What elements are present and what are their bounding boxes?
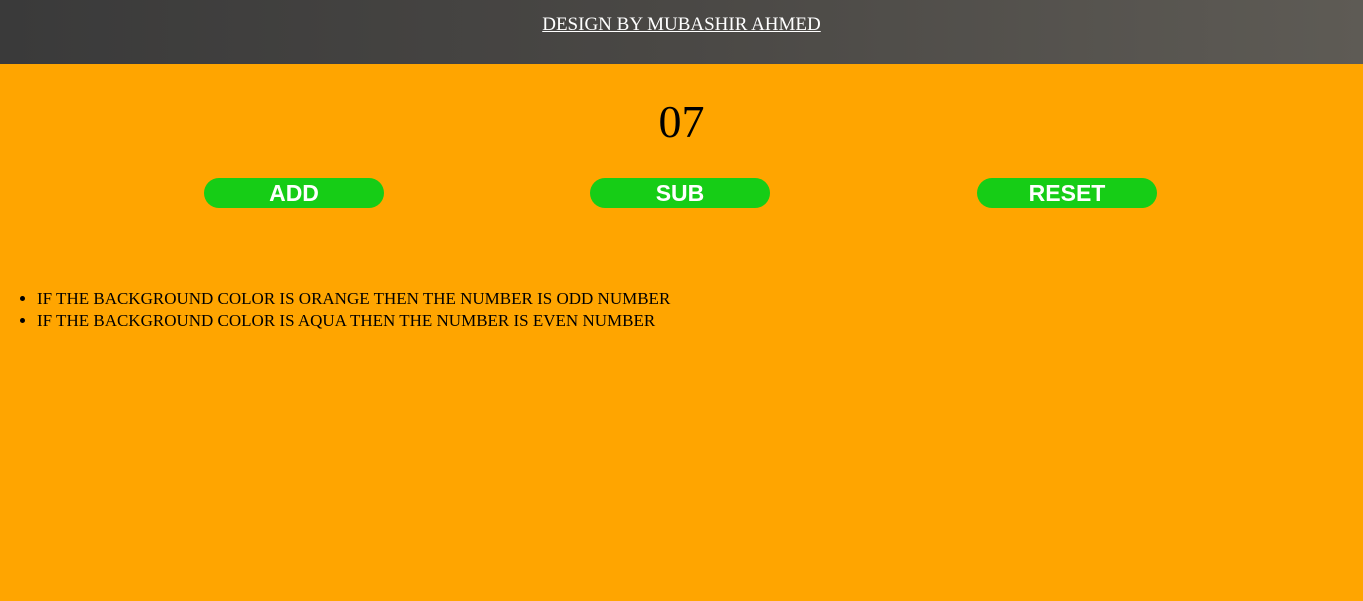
counter-display: 07 xyxy=(0,98,1363,146)
reset-button[interactable]: RESET xyxy=(977,178,1157,208)
page-header: DESIGN BY MUBASHIR AHMED xyxy=(0,0,1363,64)
add-button[interactable]: ADD xyxy=(204,178,384,208)
info-list: IF THE BACKGROUND COLOR IS ORANGE THEN T… xyxy=(0,288,670,332)
sub-button[interactable]: SUB xyxy=(590,178,770,208)
info-item-even: IF THE BACKGROUND COLOR IS AQUA THEN THE… xyxy=(37,310,670,332)
counter-value: 07 xyxy=(658,96,705,147)
info-item-odd: IF THE BACKGROUND COLOR IS ORANGE THEN T… xyxy=(37,288,670,310)
author-link[interactable]: DESIGN BY MUBASHIR AHMED xyxy=(542,14,821,50)
